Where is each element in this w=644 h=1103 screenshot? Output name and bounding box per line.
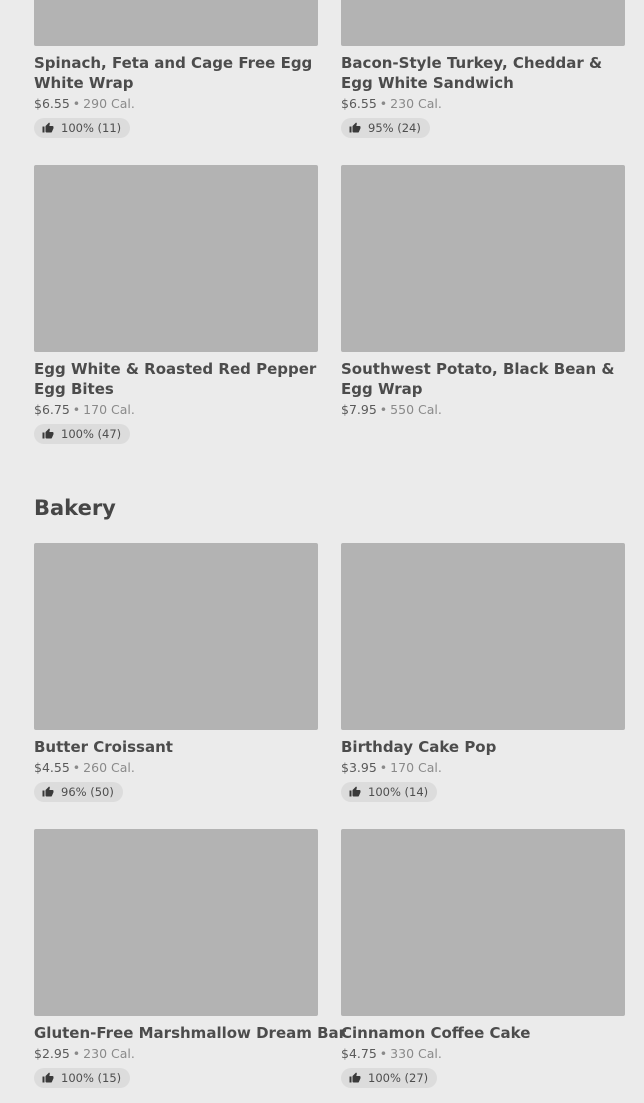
menu-item-calories: 260 Cal. bbox=[83, 760, 135, 775]
menu-item-card[interactable]: Bacon-Style Turkey, Cheddar & Egg White … bbox=[341, 0, 625, 138]
meta-separator: • bbox=[72, 760, 81, 775]
menu-item-image[interactable] bbox=[341, 829, 625, 1016]
meta-separator: • bbox=[72, 402, 81, 417]
menu-item-name[interactable]: Butter Croissant bbox=[34, 737, 318, 757]
menu-item-price: $7.95 bbox=[341, 402, 377, 417]
meta-separator: • bbox=[379, 1046, 388, 1061]
thumbs-up-icon bbox=[42, 122, 54, 133]
menu-item-name[interactable]: Southwest Potato, Black Bean & Egg Wrap bbox=[341, 359, 625, 399]
rating-badge: 100% (27) bbox=[341, 1068, 438, 1088]
menu-item-calories: 550 Cal. bbox=[390, 402, 442, 417]
menu-item-calories: 290 Cal. bbox=[83, 96, 135, 111]
menu-item-card[interactable]: Cinnamon Coffee Cake $4.75 • 330 Cal. 100%… bbox=[341, 829, 625, 1088]
menu-item-calories: 170 Cal. bbox=[390, 760, 442, 775]
menu-item-meta: $6.55 • 230 Cal. bbox=[341, 96, 625, 112]
rating-text: 100% (15) bbox=[61, 1071, 122, 1085]
menu-item-image[interactable] bbox=[341, 165, 625, 352]
rating-badge: 100% (11) bbox=[34, 118, 131, 138]
menu-item-meta: $6.55 • 290 Cal. bbox=[34, 96, 318, 112]
menu-item-image[interactable] bbox=[34, 0, 318, 46]
menu-item-calories: 170 Cal. bbox=[83, 402, 135, 417]
menu-item-image[interactable] bbox=[34, 543, 318, 730]
menu-item-meta: $4.55 • 260 Cal. bbox=[34, 760, 318, 776]
meta-separator: • bbox=[72, 96, 81, 111]
menu-item-card[interactable]: Egg White & Roasted Red Pepper Egg Bites… bbox=[34, 165, 318, 444]
menu-item-meta: $2.95 • 230 Cal. bbox=[34, 1046, 318, 1062]
menu-item-price: $3.95 bbox=[341, 760, 377, 775]
menu-item-price: $6.55 bbox=[341, 96, 377, 111]
menu-item-image[interactable] bbox=[34, 829, 318, 1016]
thumbs-up-icon bbox=[349, 786, 361, 797]
rating-text: 100% (47) bbox=[61, 427, 122, 441]
menu-item-price: $2.95 bbox=[34, 1046, 70, 1061]
rating-badge: 95% (24) bbox=[341, 118, 430, 138]
menu-item-name[interactable]: Cinnamon Coffee Cake bbox=[341, 1023, 625, 1043]
menu-item-price: $4.75 bbox=[341, 1046, 377, 1061]
meta-separator: • bbox=[72, 1046, 81, 1061]
menu-item-name[interactable]: Egg White & Roasted Red Pepper Egg Bites bbox=[34, 359, 318, 399]
menu-item-image[interactable] bbox=[341, 543, 625, 730]
menu-item-price: $6.75 bbox=[34, 402, 70, 417]
meta-separator: • bbox=[379, 96, 388, 111]
thumbs-up-icon bbox=[42, 1072, 54, 1083]
meta-separator: • bbox=[379, 760, 388, 775]
section-title-bakery: Bakery bbox=[34, 496, 116, 520]
menu-item-card[interactable]: Gluten-Free Marshmallow Dream Bar $2.95 •… bbox=[34, 829, 346, 1088]
rating-badge: 100% (47) bbox=[34, 424, 131, 444]
menu-item-price: $6.55 bbox=[34, 96, 70, 111]
thumbs-up-icon bbox=[42, 428, 54, 439]
menu-item-meta: $6.75 • 170 Cal. bbox=[34, 402, 318, 418]
menu-item-card[interactable]: Southwest Potato, Black Bean & Egg Wrap … bbox=[341, 165, 625, 418]
menu-item-card[interactable]: Birthday Cake Pop $3.95 • 170 Cal. 100% (1… bbox=[341, 543, 625, 802]
menu-item-image[interactable] bbox=[34, 165, 318, 352]
rating-text: 96% (50) bbox=[61, 785, 114, 799]
rating-text: 100% (27) bbox=[368, 1071, 429, 1085]
menu-item-meta: $4.75 • 330 Cal. bbox=[341, 1046, 625, 1062]
rating-badge: 96% (50) bbox=[34, 782, 123, 802]
menu-item-meta: $3.95 • 170 Cal. bbox=[341, 760, 625, 776]
rating-badge: 100% (14) bbox=[341, 782, 438, 802]
menu-item-card[interactable]: Spinach, Feta and Cage Free Egg White Wr… bbox=[34, 0, 318, 138]
menu-item-name[interactable]: Gluten-Free Marshmallow Dream Bar bbox=[34, 1023, 346, 1043]
rating-text: 95% (24) bbox=[368, 121, 421, 135]
menu-item-calories: 230 Cal. bbox=[390, 96, 442, 111]
menu-item-name[interactable]: Bacon-Style Turkey, Cheddar & Egg White … bbox=[341, 53, 625, 93]
menu-item-name[interactable]: Birthday Cake Pop bbox=[341, 737, 625, 757]
thumbs-up-icon bbox=[349, 122, 361, 133]
menu-item-card[interactable]: Butter Croissant $4.55 • 260 Cal. 96% (50) bbox=[34, 543, 318, 802]
thumbs-up-icon bbox=[42, 786, 54, 797]
menu-page: Spinach, Feta and Cage Free Egg White Wr… bbox=[0, 0, 644, 1103]
menu-item-image[interactable] bbox=[341, 0, 625, 46]
meta-separator: • bbox=[379, 402, 388, 417]
rating-text: 100% (11) bbox=[61, 121, 122, 135]
thumbs-up-icon bbox=[349, 1072, 361, 1083]
rating-text: 100% (14) bbox=[368, 785, 429, 799]
rating-badge: 100% (15) bbox=[34, 1068, 131, 1088]
menu-item-meta: $7.95 • 550 Cal. bbox=[341, 402, 625, 418]
menu-item-price: $4.55 bbox=[34, 760, 70, 775]
menu-item-calories: 230 Cal. bbox=[83, 1046, 135, 1061]
menu-item-calories: 330 Cal. bbox=[390, 1046, 442, 1061]
menu-item-name[interactable]: Spinach, Feta and Cage Free Egg White Wr… bbox=[34, 53, 318, 93]
